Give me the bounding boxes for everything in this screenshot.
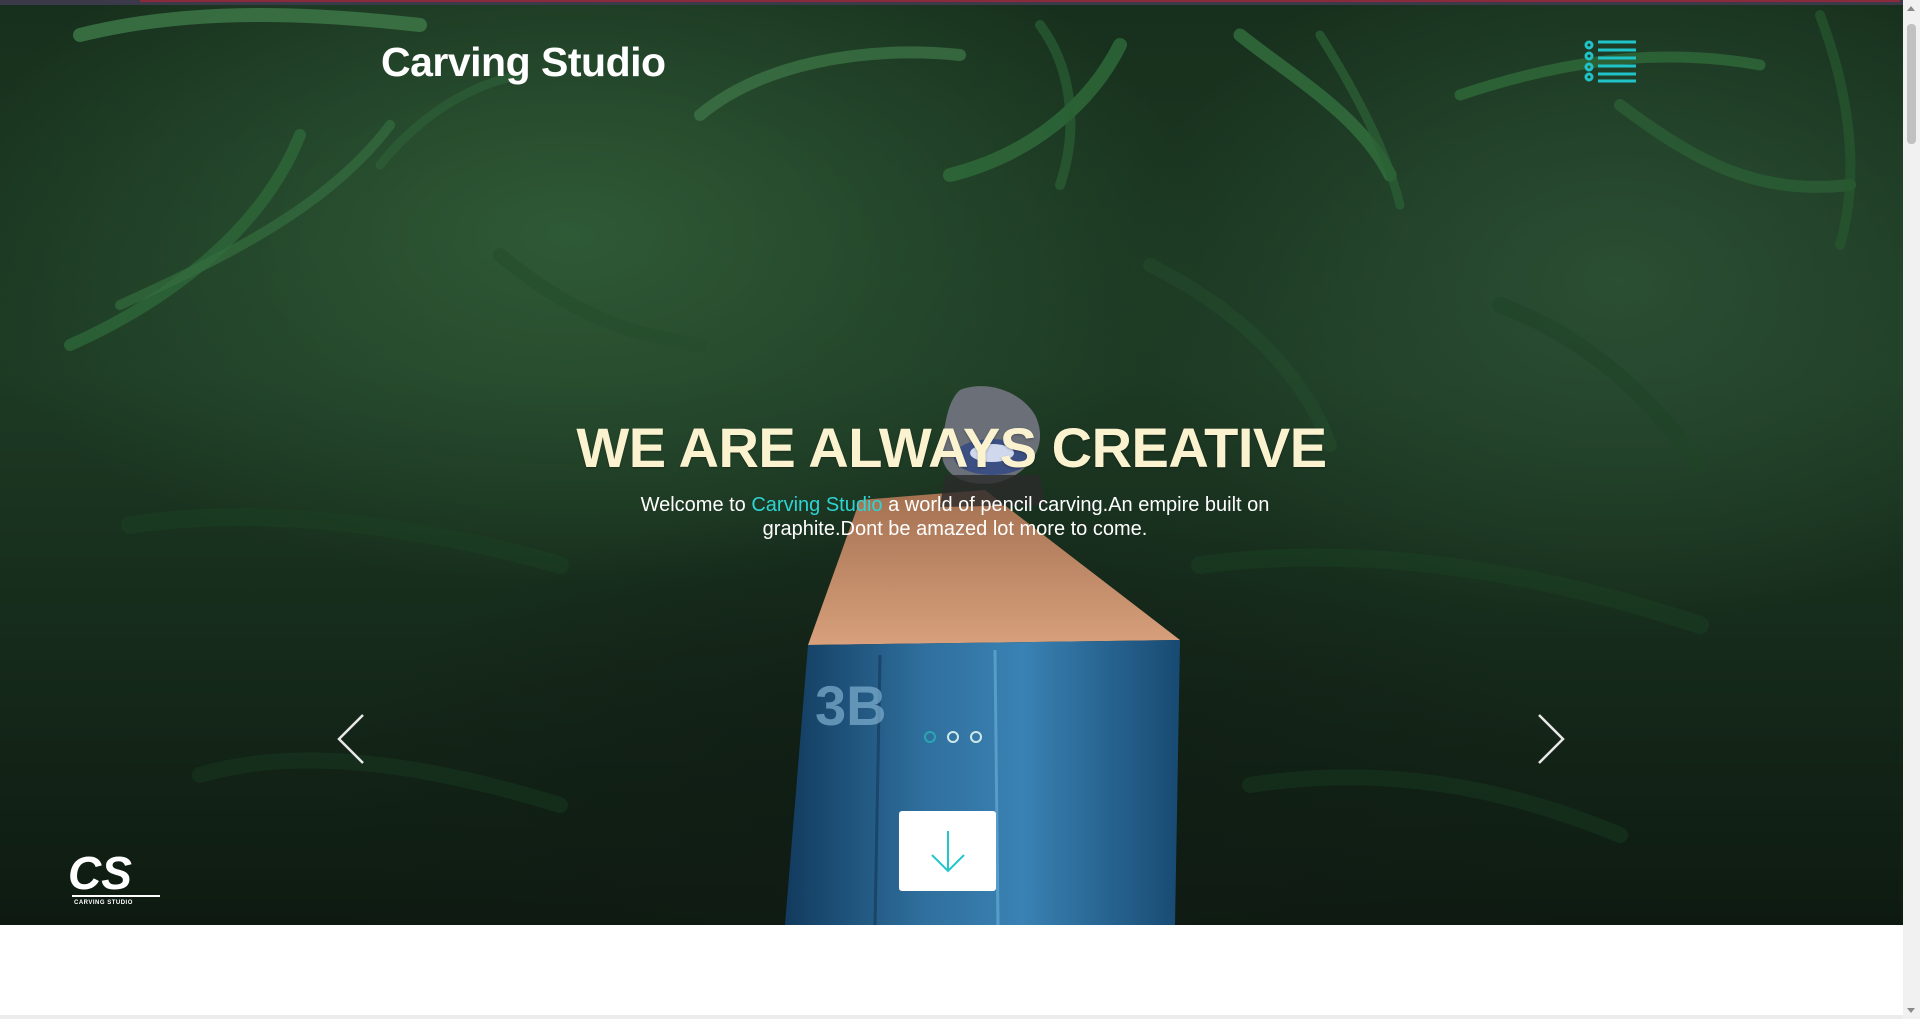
hero-slider: 3B Carving Studio WE ARE ALWAYS CREATIVE… <box>0 5 1903 925</box>
scroll-up-icon[interactable] <box>1907 6 1915 11</box>
page-bottom-edge <box>0 1015 1903 1019</box>
brand-title[interactable]: Carving Studio <box>381 39 666 86</box>
slide-dot-2[interactable] <box>947 731 959 743</box>
scroll-down-icon[interactable] <box>1907 1008 1915 1013</box>
subtext-brand-link[interactable]: Carving Studio <box>751 494 882 516</box>
slide-indicators <box>924 731 982 743</box>
list-menu-icon[interactable] <box>1584 39 1640 83</box>
chevron-right-icon[interactable] <box>1533 711 1569 767</box>
subtext-prefix: Welcome to <box>640 494 752 516</box>
chevron-left-icon[interactable] <box>333 711 369 767</box>
hero-subtext: Welcome to Carving Studio a world of pen… <box>620 493 1290 541</box>
browser-top-accent <box>140 0 1900 2</box>
svg-text:3B: 3B <box>815 674 887 737</box>
vertical-scrollbar[interactable] <box>1903 0 1920 1019</box>
slide-dot-1[interactable] <box>924 731 936 743</box>
logo-letters: CS <box>68 847 132 899</box>
scroll-down-button[interactable] <box>899 811 996 891</box>
slide-dot-3[interactable] <box>970 731 982 743</box>
hero-headline: WE ARE ALWAYS CREATIVE <box>576 416 1327 479</box>
logo-caption: CARVING STUDIO <box>74 900 133 906</box>
cs-logo[interactable]: CS CARVING STUDIO <box>66 847 176 907</box>
arrow-down-icon <box>930 831 965 873</box>
scroll-thumb[interactable] <box>1907 24 1916 144</box>
